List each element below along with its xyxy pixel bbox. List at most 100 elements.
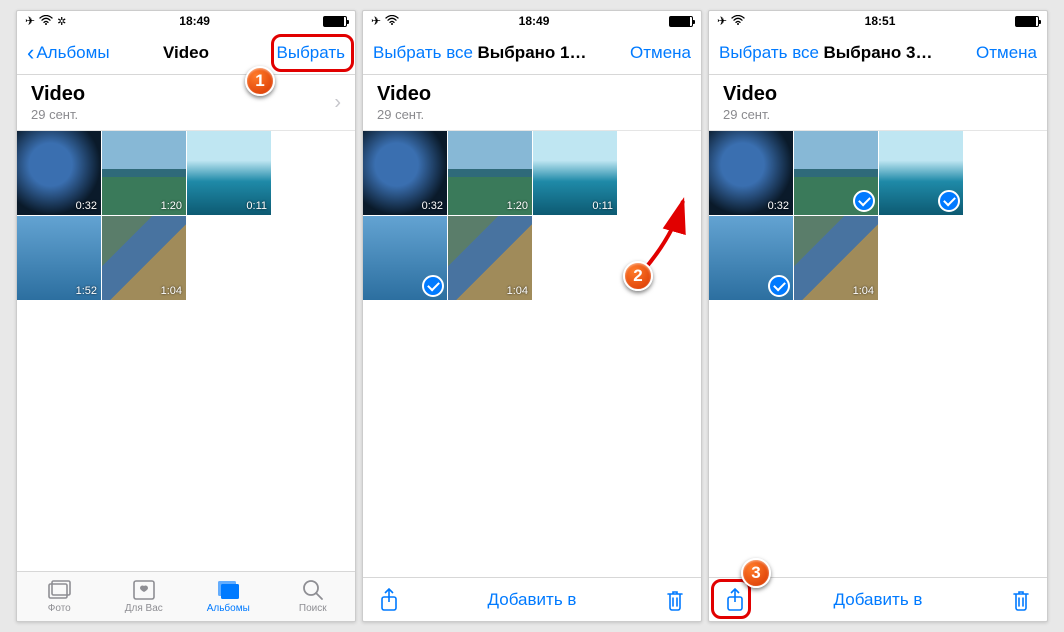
cancel-label: Отмена bbox=[976, 43, 1037, 63]
video-thumb[interactable]: 0:32 bbox=[17, 131, 101, 215]
nav-bar: Выбрать все Выбрано 1… Отмена bbox=[363, 31, 701, 75]
add-to-button[interactable]: Добавить в bbox=[834, 590, 923, 610]
checkmark-icon bbox=[768, 275, 790, 297]
duration-label: 1:04 bbox=[507, 285, 528, 297]
video-grid: 0:32 1:04 bbox=[709, 131, 1047, 577]
cancel-button[interactable]: Отмена bbox=[939, 43, 1037, 63]
photos-icon bbox=[47, 579, 71, 601]
duration-label: 1:04 bbox=[161, 285, 182, 297]
status-bar: ✈︎ ✲ 18:49 bbox=[17, 11, 355, 31]
tab-foryou[interactable]: Для Вас bbox=[102, 572, 187, 621]
select-label: Выбрать bbox=[277, 43, 345, 63]
cancel-label: Отмена bbox=[630, 43, 691, 63]
wifi-icon bbox=[385, 14, 399, 28]
video-thumb[interactable] bbox=[709, 216, 793, 300]
video-grid: 0:32 1:20 0:11 1:04 bbox=[363, 131, 701, 577]
section-header[interactable]: Video 29 сент. bbox=[363, 75, 701, 131]
foryou-icon bbox=[132, 579, 156, 601]
annotation-marker-1: 1 bbox=[245, 66, 275, 96]
back-button[interactable]: ‹ Альбомы bbox=[27, 42, 125, 64]
status-time: 18:49 bbox=[519, 14, 550, 28]
video-thumb[interactable] bbox=[794, 131, 878, 215]
share-button[interactable] bbox=[377, 588, 401, 612]
select-all-button[interactable]: Выбрать все bbox=[373, 43, 473, 63]
video-grid: 0:32 1:20 0:11 1:52 1:04 bbox=[17, 131, 355, 571]
battery-icon bbox=[1015, 16, 1039, 27]
video-thumb[interactable]: 0:32 bbox=[709, 131, 793, 215]
add-to-button[interactable]: Добавить в bbox=[488, 590, 577, 610]
video-thumb[interactable]: 0:32 bbox=[363, 131, 447, 215]
section-subtitle: 29 сент. bbox=[377, 107, 687, 122]
duration-label: 0:32 bbox=[422, 200, 443, 212]
cancel-button[interactable]: Отмена bbox=[593, 43, 691, 63]
airplane-icon: ✈︎ bbox=[25, 14, 35, 28]
checkmark-icon bbox=[853, 190, 875, 212]
search-icon bbox=[301, 579, 325, 601]
back-label: Альбомы bbox=[36, 43, 109, 63]
chevron-right-icon: › bbox=[334, 91, 341, 114]
video-thumb[interactable]: 1:52 bbox=[17, 216, 101, 300]
duration-label: 1:52 bbox=[76, 285, 97, 297]
video-thumb[interactable]: 1:04 bbox=[102, 216, 186, 300]
duration-label: 1:20 bbox=[161, 200, 182, 212]
trash-button[interactable] bbox=[1009, 588, 1033, 612]
duration-label: 0:11 bbox=[246, 200, 267, 212]
airplane-icon: ✈︎ bbox=[717, 14, 727, 28]
duration-label: 0:11 bbox=[592, 200, 613, 212]
wifi-icon bbox=[731, 14, 745, 28]
tab-albums[interactable]: Альбомы bbox=[186, 572, 271, 621]
video-thumb[interactable] bbox=[363, 216, 447, 300]
nav-title: Выбрано 3… bbox=[824, 43, 933, 63]
section-subtitle: 29 сент. bbox=[31, 107, 341, 122]
nav-title: Video bbox=[163, 43, 209, 63]
duration-label: 1:20 bbox=[507, 200, 528, 212]
video-thumb[interactable]: 1:04 bbox=[794, 216, 878, 300]
section-header[interactable]: Video 29 сент. bbox=[709, 75, 1047, 131]
video-thumb[interactable]: 1:04 bbox=[448, 216, 532, 300]
status-time: 18:49 bbox=[179, 14, 210, 28]
tab-label: Альбомы bbox=[207, 603, 250, 614]
albums-icon bbox=[216, 579, 240, 601]
video-thumb[interactable]: 0:11 bbox=[533, 131, 617, 215]
select-all-label: Выбрать все bbox=[373, 43, 473, 63]
wifi-icon bbox=[39, 14, 53, 28]
battery-icon bbox=[669, 16, 693, 27]
status-bar: ✈︎ 18:49 bbox=[363, 11, 701, 31]
video-thumb[interactable]: 1:20 bbox=[448, 131, 532, 215]
nav-title: Выбрано 1… bbox=[478, 43, 587, 63]
checkmark-icon bbox=[422, 275, 444, 297]
screen-2: ✈︎ 18:49 Выбрать все Выбрано 1… Отмена V… bbox=[362, 10, 702, 622]
video-thumb[interactable]: 0:11 bbox=[187, 131, 271, 215]
section-title: Video bbox=[31, 83, 341, 106]
nav-bar: Выбрать все Выбрано 3… Отмена bbox=[709, 31, 1047, 75]
duration-label: 0:32 bbox=[768, 200, 789, 212]
chevron-left-icon: ‹ bbox=[27, 42, 34, 64]
status-time: 18:51 bbox=[865, 14, 896, 28]
selection-toolbar: Добавить в bbox=[363, 577, 701, 621]
battery-icon bbox=[323, 16, 347, 27]
airplane-icon: ✈︎ bbox=[371, 14, 381, 28]
section-title: Video bbox=[377, 83, 687, 106]
trash-button[interactable] bbox=[663, 588, 687, 612]
annotation-marker-2: 2 bbox=[623, 261, 653, 291]
select-button[interactable]: Выбрать bbox=[247, 43, 345, 63]
tab-label: Фото bbox=[48, 603, 71, 614]
screen-3: ✈︎ 18:51 Выбрать все Выбрано 3… Отмена V… bbox=[708, 10, 1048, 622]
video-thumb[interactable]: 1:20 bbox=[102, 131, 186, 215]
tab-search[interactable]: Поиск bbox=[271, 572, 356, 621]
share-button[interactable] bbox=[723, 588, 747, 612]
video-thumb[interactable] bbox=[879, 131, 963, 215]
section-header[interactable]: Video 29 сент. › bbox=[17, 75, 355, 131]
tab-label: Для Вас bbox=[125, 603, 163, 614]
screen-1: ✈︎ ✲ 18:49 ‹ Альбомы Video Выбрать Video… bbox=[16, 10, 356, 622]
duration-label: 0:32 bbox=[76, 200, 97, 212]
tab-photos[interactable]: Фото bbox=[17, 572, 102, 621]
loading-icon: ✲ bbox=[57, 15, 66, 28]
tab-label: Поиск bbox=[299, 603, 327, 614]
tab-bar: Фото Для Вас Альбомы Поиск bbox=[17, 571, 355, 621]
duration-label: 1:04 bbox=[853, 285, 874, 297]
section-title: Video bbox=[723, 83, 1033, 106]
annotation-marker-3: 3 bbox=[741, 558, 771, 588]
select-all-label: Выбрать все bbox=[719, 43, 819, 63]
select-all-button[interactable]: Выбрать все bbox=[719, 43, 819, 63]
